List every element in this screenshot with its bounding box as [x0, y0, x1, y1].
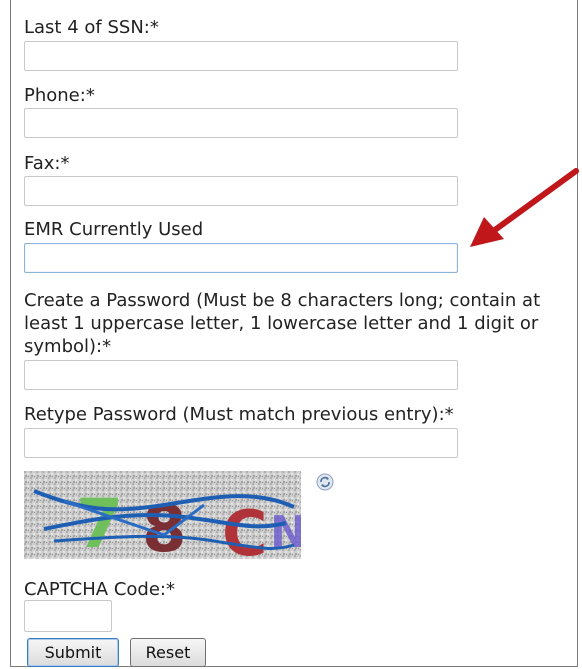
phone-label: Phone:*: [24, 85, 95, 106]
submit-button[interactable]: Submit: [27, 638, 119, 667]
reset-button[interactable]: Reset: [130, 638, 206, 667]
retype-password-label: Retype Password (Must match previous ent…: [24, 404, 454, 425]
emr-label: EMR Currently Used: [24, 219, 204, 240]
password-label: Create a Password (Must be 8 characters …: [24, 290, 541, 357]
fax-input[interactable]: [24, 176, 458, 206]
password-input[interactable]: [24, 360, 458, 390]
retype-password-input[interactable]: [24, 428, 458, 458]
ssn-label: Last 4 of SSN:*: [24, 17, 159, 38]
red-arrow-icon: [470, 168, 579, 247]
svg-text:N: N: [270, 507, 301, 558]
ssn-input[interactable]: [24, 41, 458, 71]
emr-input[interactable]: [24, 243, 458, 273]
fax-label: Fax:*: [24, 153, 70, 174]
captcha-label: CAPTCHA Code:*: [24, 579, 175, 600]
refresh-icon[interactable]: [316, 473, 334, 491]
phone-input[interactable]: [24, 108, 458, 138]
captcha-image: 7 8 C N: [24, 471, 301, 559]
captcha-input[interactable]: [24, 600, 112, 632]
